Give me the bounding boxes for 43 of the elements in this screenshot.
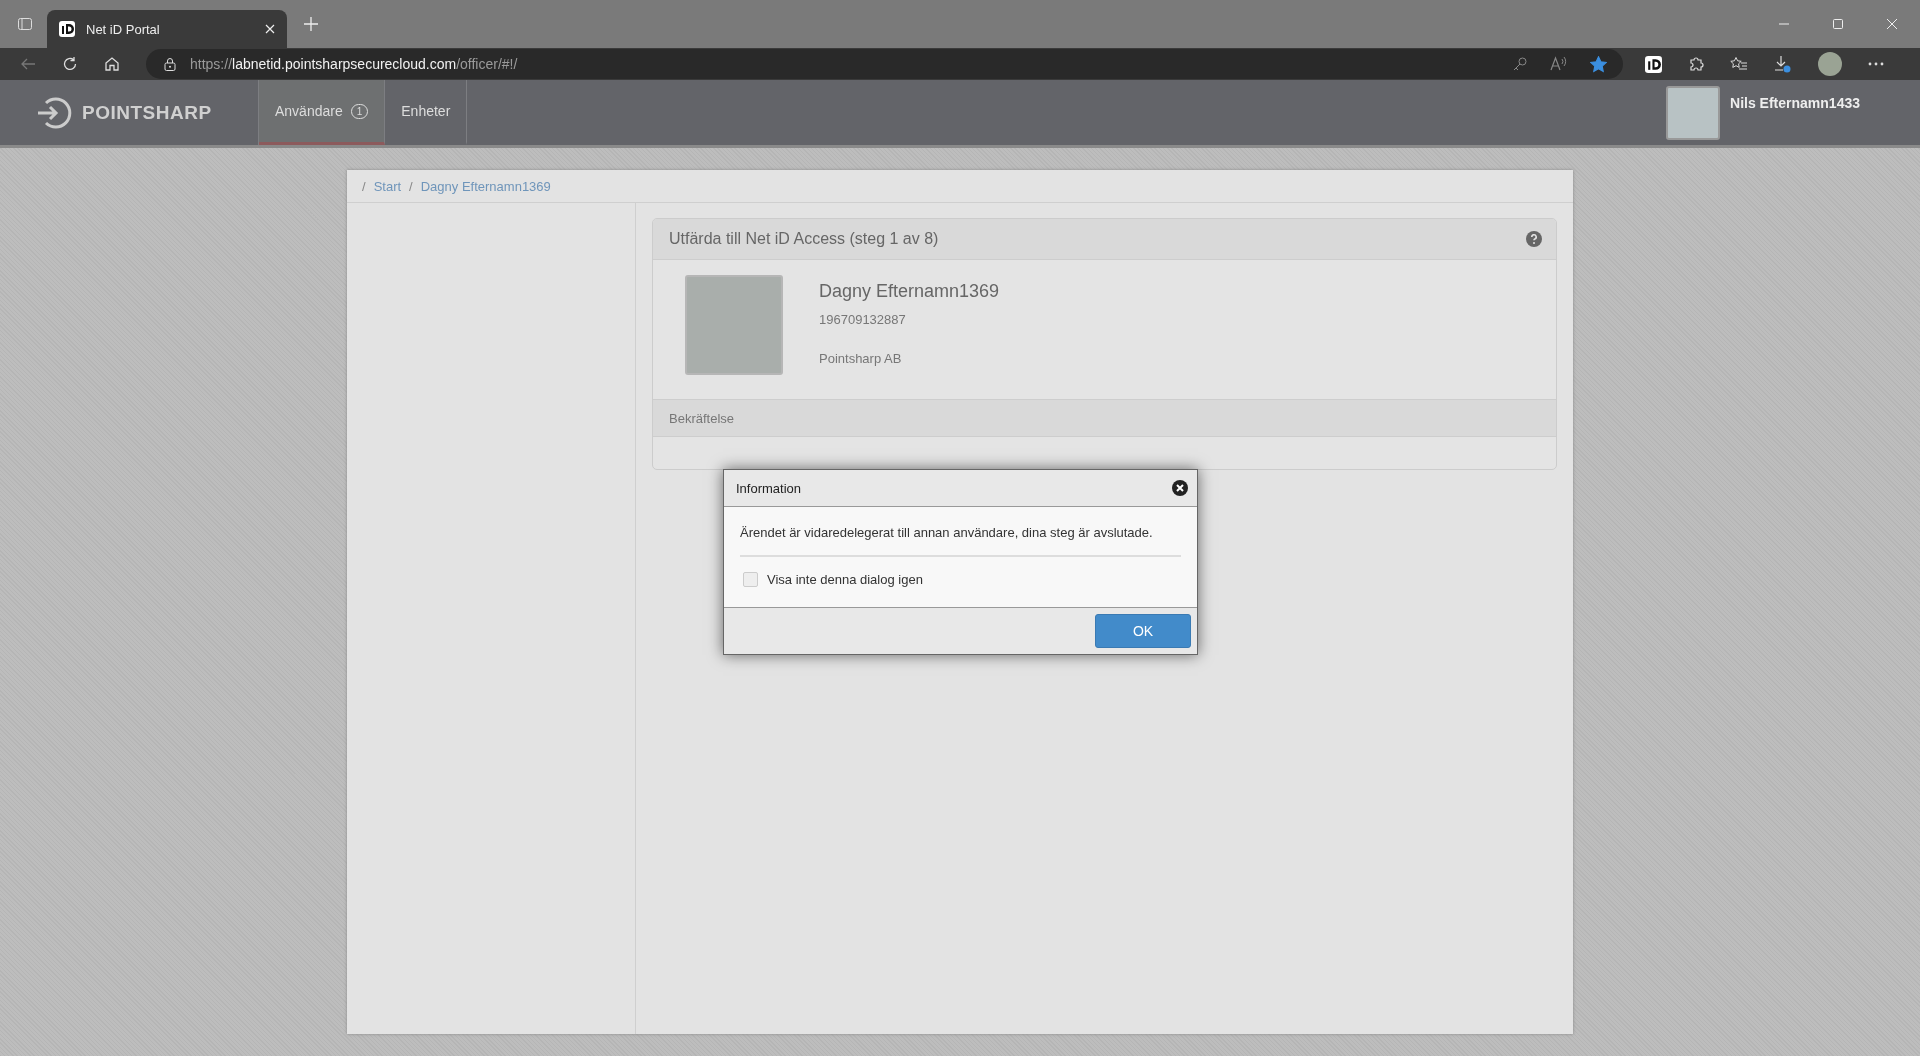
tab-title: Net iD Portal (86, 21, 161, 37)
download-icon[interactable] (1774, 55, 1792, 73)
dialog-message: Ärendet är vidaredelegerat till annan användare, dina steg är avslutade. (740, 525, 1154, 540)
read-aloud-icon[interactable] (1550, 56, 1568, 72)
star-icon[interactable] (1590, 55, 1607, 73)
user-name[interactable]: Nils Efternamn1433 (1730, 95, 1860, 111)
section-title: Bekräftelse (669, 410, 735, 426)
close-icon[interactable] (1172, 480, 1188, 496)
breadcrumb-separator: / (362, 178, 366, 194)
back-icon[interactable] (20, 56, 36, 72)
maximize-icon[interactable] (1833, 19, 1843, 29)
person-id-number: 196709132887 (819, 312, 907, 327)
checkbox[interactable] (743, 572, 758, 587)
new-tab-icon[interactable] (304, 17, 318, 31)
address-bar[interactable]: https://labnetid.pointsharpsecurecloud.com/officer/#!/ (146, 49, 1623, 79)
favorites-icon[interactable] (1730, 56, 1748, 72)
lock-icon (164, 57, 176, 71)
refresh-icon[interactable] (62, 56, 78, 72)
help-icon[interactable] (1526, 231, 1542, 247)
ok-button[interactable]: OK (1095, 614, 1191, 648)
key-icon[interactable] (1512, 56, 1528, 72)
logo-text: POINTSHARP (82, 101, 212, 124)
panel-title: Utfärda till Net iD Access (steg 1 av 8) (669, 230, 939, 248)
nav-tab[interactable]: Enheter (385, 80, 468, 145)
browser-tab[interactable]: Net iD Portal (47, 10, 287, 48)
more-icon[interactable] (1868, 62, 1884, 66)
nav-tab[interactable]: Användare 1 (259, 80, 386, 145)
url-text: https://labnetid.pointsharpsecurecloud.com/officer/#!/ (190, 56, 518, 72)
puzzle-icon[interactable] (1688, 56, 1704, 72)
home-icon[interactable] (104, 56, 120, 72)
site-logo-icon (59, 21, 75, 37)
tab-actions-icon[interactable] (17, 16, 33, 32)
breadcrumb-link[interactable]: Start (373, 178, 402, 194)
photo-placeholder (1666, 86, 1721, 140)
profile-avatar[interactable] (1818, 52, 1842, 76)
checkbox-label[interactable]: Visa inte denna dialog igen (767, 572, 923, 587)
breadcrumb-link[interactable]: Dagny Efternamn1369 (420, 178, 551, 194)
dialog-title: Information (736, 480, 802, 496)
breadcrumb-separator: / (409, 178, 413, 194)
person-organization: Pointsharp AB (819, 351, 903, 366)
person-name: Dagny Efternamn1369 (819, 281, 1000, 302)
close-icon[interactable] (265, 24, 275, 34)
extension-logo-icon[interactable] (1645, 55, 1662, 73)
